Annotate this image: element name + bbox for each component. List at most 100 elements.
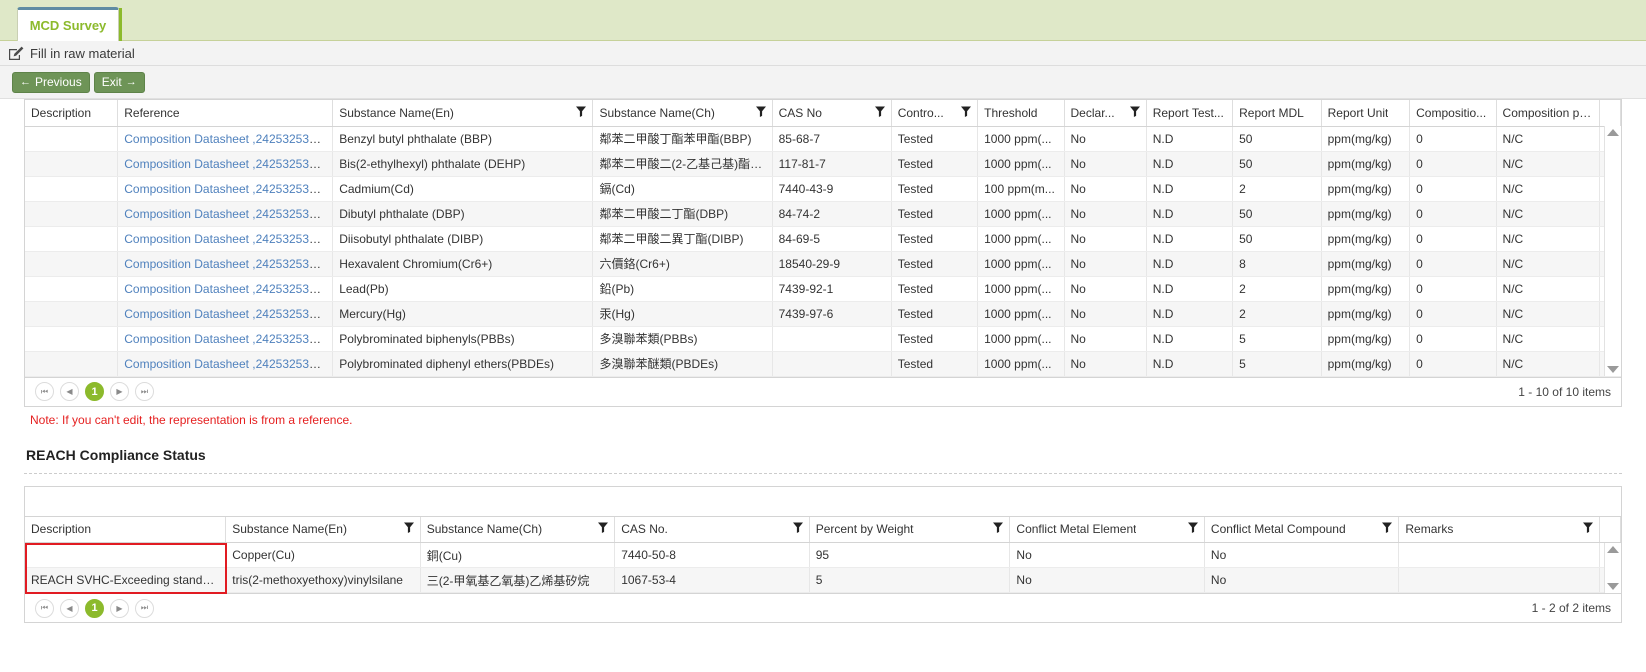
pager-next-button[interactable]: ▶ bbox=[110, 598, 129, 618]
materials-grid: Description Reference Substance Name(En) Su… bbox=[24, 99, 1622, 378]
column-header-description[interactable]: Description bbox=[25, 100, 119, 127]
cell-text[interactable]: Composition Datasheet ,242532534/Pl... bbox=[124, 182, 331, 196]
column-header-report-unit[interactable]: Report Unit bbox=[1321, 100, 1411, 127]
cell-declare: No bbox=[1064, 126, 1147, 152]
scroll-down-icon[interactable] bbox=[1607, 582, 1619, 590]
scroll-up-icon[interactable] bbox=[1607, 545, 1619, 553]
filter-funnel-icon[interactable] bbox=[598, 522, 609, 536]
cell-remarks bbox=[1398, 542, 1601, 568]
column-header-description[interactable]: Description bbox=[25, 516, 227, 543]
cell-report-unit: ppm(mg/kg) bbox=[1321, 126, 1411, 152]
table-row[interactable]: REACH SVHC-Exceeding standard tris(2-meth… bbox=[25, 567, 1621, 593]
column-header-declar[interactable]: Declar... bbox=[1064, 100, 1147, 127]
previous-button[interactable]: ← Previous bbox=[12, 71, 90, 93]
cell-text[interactable]: Composition Datasheet ,242532534/Pl... bbox=[124, 157, 331, 171]
cell-text[interactable]: Composition Datasheet ,242532534/Pl... bbox=[124, 282, 331, 296]
table-row[interactable]: Composition Datasheet ,242532534/Pl... Me… bbox=[25, 301, 1622, 327]
cell-cas: 7440-50-8 bbox=[614, 542, 810, 568]
pager-last-button[interactable]: ⏭ bbox=[135, 382, 154, 401]
cell-control: Tested bbox=[891, 251, 979, 277]
cell-text[interactable]: Composition Datasheet ,242532534/Pl... bbox=[124, 332, 331, 346]
column-header-substance-name-ch[interactable]: Substance Name(Ch) bbox=[420, 516, 616, 543]
previous-button-label: Previous bbox=[35, 75, 82, 89]
filter-funnel-icon[interactable] bbox=[755, 106, 766, 120]
scroll-up-icon[interactable] bbox=[1607, 129, 1619, 136]
column-header-reference[interactable]: Reference bbox=[117, 100, 334, 127]
cell-text: No bbox=[1070, 356, 1086, 371]
table-row[interactable]: Composition Datasheet ,242532534/Pl... Di… bbox=[25, 201, 1622, 227]
filter-funnel-icon[interactable] bbox=[993, 522, 1004, 536]
table-row[interactable]: Composition Datasheet ,242532534/Pl... Le… bbox=[25, 276, 1622, 302]
filter-funnel-icon[interactable] bbox=[1382, 522, 1393, 536]
filter-funnel-icon[interactable] bbox=[1583, 522, 1594, 536]
column-header-threshold[interactable]: Threshold bbox=[977, 100, 1065, 127]
cell-control: Tested bbox=[891, 201, 979, 227]
pager-page-1-button[interactable]: 1 bbox=[85, 382, 104, 401]
filter-funnel-icon[interactable] bbox=[874, 106, 885, 120]
filter-funnel-icon[interactable] bbox=[792, 522, 803, 536]
column-header-substance-name-en[interactable]: Substance Name(En) bbox=[225, 516, 421, 543]
reach-vertical-scrollbar[interactable] bbox=[1604, 542, 1621, 593]
table-row[interactable]: Composition Datasheet ,242532534/Pl... Po… bbox=[25, 326, 1622, 352]
pager-first-button[interactable]: ⏮ bbox=[35, 598, 54, 618]
column-header-report-test[interactable]: Report Test... bbox=[1146, 100, 1234, 127]
table-row[interactable]: Copper(Cu) 銅(Cu) 7440-50-8 95 No No bbox=[25, 542, 1621, 568]
pager-page-1-button[interactable]: 1 bbox=[85, 598, 104, 618]
column-header-cas-no[interactable]: CAS No bbox=[772, 100, 892, 127]
pager-next-button[interactable]: ▶ bbox=[110, 382, 129, 401]
cell-conflict-element: No bbox=[1009, 542, 1205, 568]
cell-report-test: N.D bbox=[1146, 151, 1234, 177]
cell-report-test: N.D bbox=[1146, 351, 1234, 377]
cell-composition: 0 bbox=[1409, 201, 1497, 227]
cell-text: Diisobutyl phthalate (DIBP) bbox=[339, 231, 484, 246]
cell-name-en: Cadmium(Cd) bbox=[332, 176, 594, 202]
filter-funnel-icon[interactable] bbox=[961, 106, 972, 120]
column-header-conflict-metal-compound[interactable]: Conflict Metal Compound bbox=[1204, 516, 1400, 543]
table-row[interactable]: Composition Datasheet ,242532534/Pl... Po… bbox=[25, 351, 1622, 377]
cell-text[interactable]: Composition Datasheet ,242532534/Pl... bbox=[124, 357, 331, 371]
column-header-cas-no[interactable]: CAS No. bbox=[614, 516, 810, 543]
cell-text[interactable]: Composition Datasheet ,242532534/Pl... bbox=[124, 207, 331, 221]
column-header-compositio[interactable]: Compositio... bbox=[1409, 100, 1497, 127]
column-header-conflict-metal-element[interactable]: Conflict Metal Element bbox=[1009, 516, 1205, 543]
table-row[interactable]: Composition Datasheet ,242532534/Pl... Be… bbox=[25, 126, 1622, 152]
cell-report-mdl: 50 bbox=[1232, 226, 1322, 252]
pager-prev-button[interactable]: ◀ bbox=[60, 382, 79, 401]
cell-text[interactable]: Composition Datasheet ,242532534/Pl... bbox=[124, 232, 331, 246]
scroll-down-icon[interactable] bbox=[1607, 366, 1619, 373]
materials-pager-buttons: ⏮ ◀ 1 ▶ ⏭ bbox=[35, 382, 154, 401]
cell-text[interactable]: Composition Datasheet ,242532534/Pl... bbox=[124, 307, 331, 321]
cell-text: Polybrominated diphenyl ethers(PBDEs) bbox=[339, 356, 554, 371]
reach-table: Description Substance Name(En) Substance N… bbox=[25, 516, 1621, 593]
pager-first-button[interactable]: ⏮ bbox=[35, 382, 54, 401]
cell-text: 0 bbox=[1416, 256, 1423, 271]
filter-funnel-icon[interactable] bbox=[576, 106, 587, 120]
cell-text[interactable]: Composition Datasheet ,242532534/Pl... bbox=[124, 132, 331, 146]
column-header-composition-pp[interactable]: Composition pp... bbox=[1496, 100, 1600, 127]
reach-grid-toolbar bbox=[24, 485, 1622, 516]
column-header-remarks[interactable]: Remarks bbox=[1398, 516, 1601, 543]
cell-text[interactable]: Composition Datasheet ,242532534/Pl... bbox=[124, 257, 331, 271]
filter-funnel-icon[interactable] bbox=[1187, 522, 1198, 536]
column-header-contro[interactable]: Contro... bbox=[891, 100, 979, 127]
table-row[interactable]: Composition Datasheet ,242532534/Pl... He… bbox=[25, 251, 1622, 277]
materials-vertical-scrollbar[interactable] bbox=[1604, 126, 1621, 376]
column-header-substance-name-ch[interactable]: Substance Name(Ch) bbox=[592, 100, 773, 127]
filter-funnel-icon[interactable] bbox=[1129, 106, 1140, 120]
cell-report-mdl: 2 bbox=[1232, 176, 1322, 202]
pager-last-button[interactable]: ⏭ bbox=[135, 598, 154, 618]
column-header-substance-name-en[interactable]: Substance Name(En) bbox=[332, 100, 594, 127]
table-row[interactable]: Composition Datasheet ,242532534/Pl... Ca… bbox=[25, 176, 1622, 202]
cell-report-test: N.D bbox=[1146, 276, 1234, 302]
cell-report-unit: ppm(mg/kg) bbox=[1321, 326, 1411, 352]
table-row[interactable]: Composition Datasheet ,242532534/Pl... Bi… bbox=[25, 151, 1622, 177]
cell-text: N/C bbox=[1502, 181, 1524, 196]
column-header-percent-by-weight[interactable]: Percent by Weight bbox=[809, 516, 1011, 543]
filter-funnel-icon[interactable] bbox=[403, 522, 414, 536]
cell-description bbox=[25, 276, 119, 302]
tab-mcd-survey[interactable]: MCD Survey bbox=[17, 7, 119, 41]
table-row[interactable]: Composition Datasheet ,242532534/Pl... Di… bbox=[25, 226, 1622, 252]
pager-prev-button[interactable]: ◀ bbox=[60, 598, 79, 618]
exit-button[interactable]: Exit → bbox=[93, 71, 145, 93]
column-header-report-mdl[interactable]: Report MDL bbox=[1232, 100, 1322, 127]
